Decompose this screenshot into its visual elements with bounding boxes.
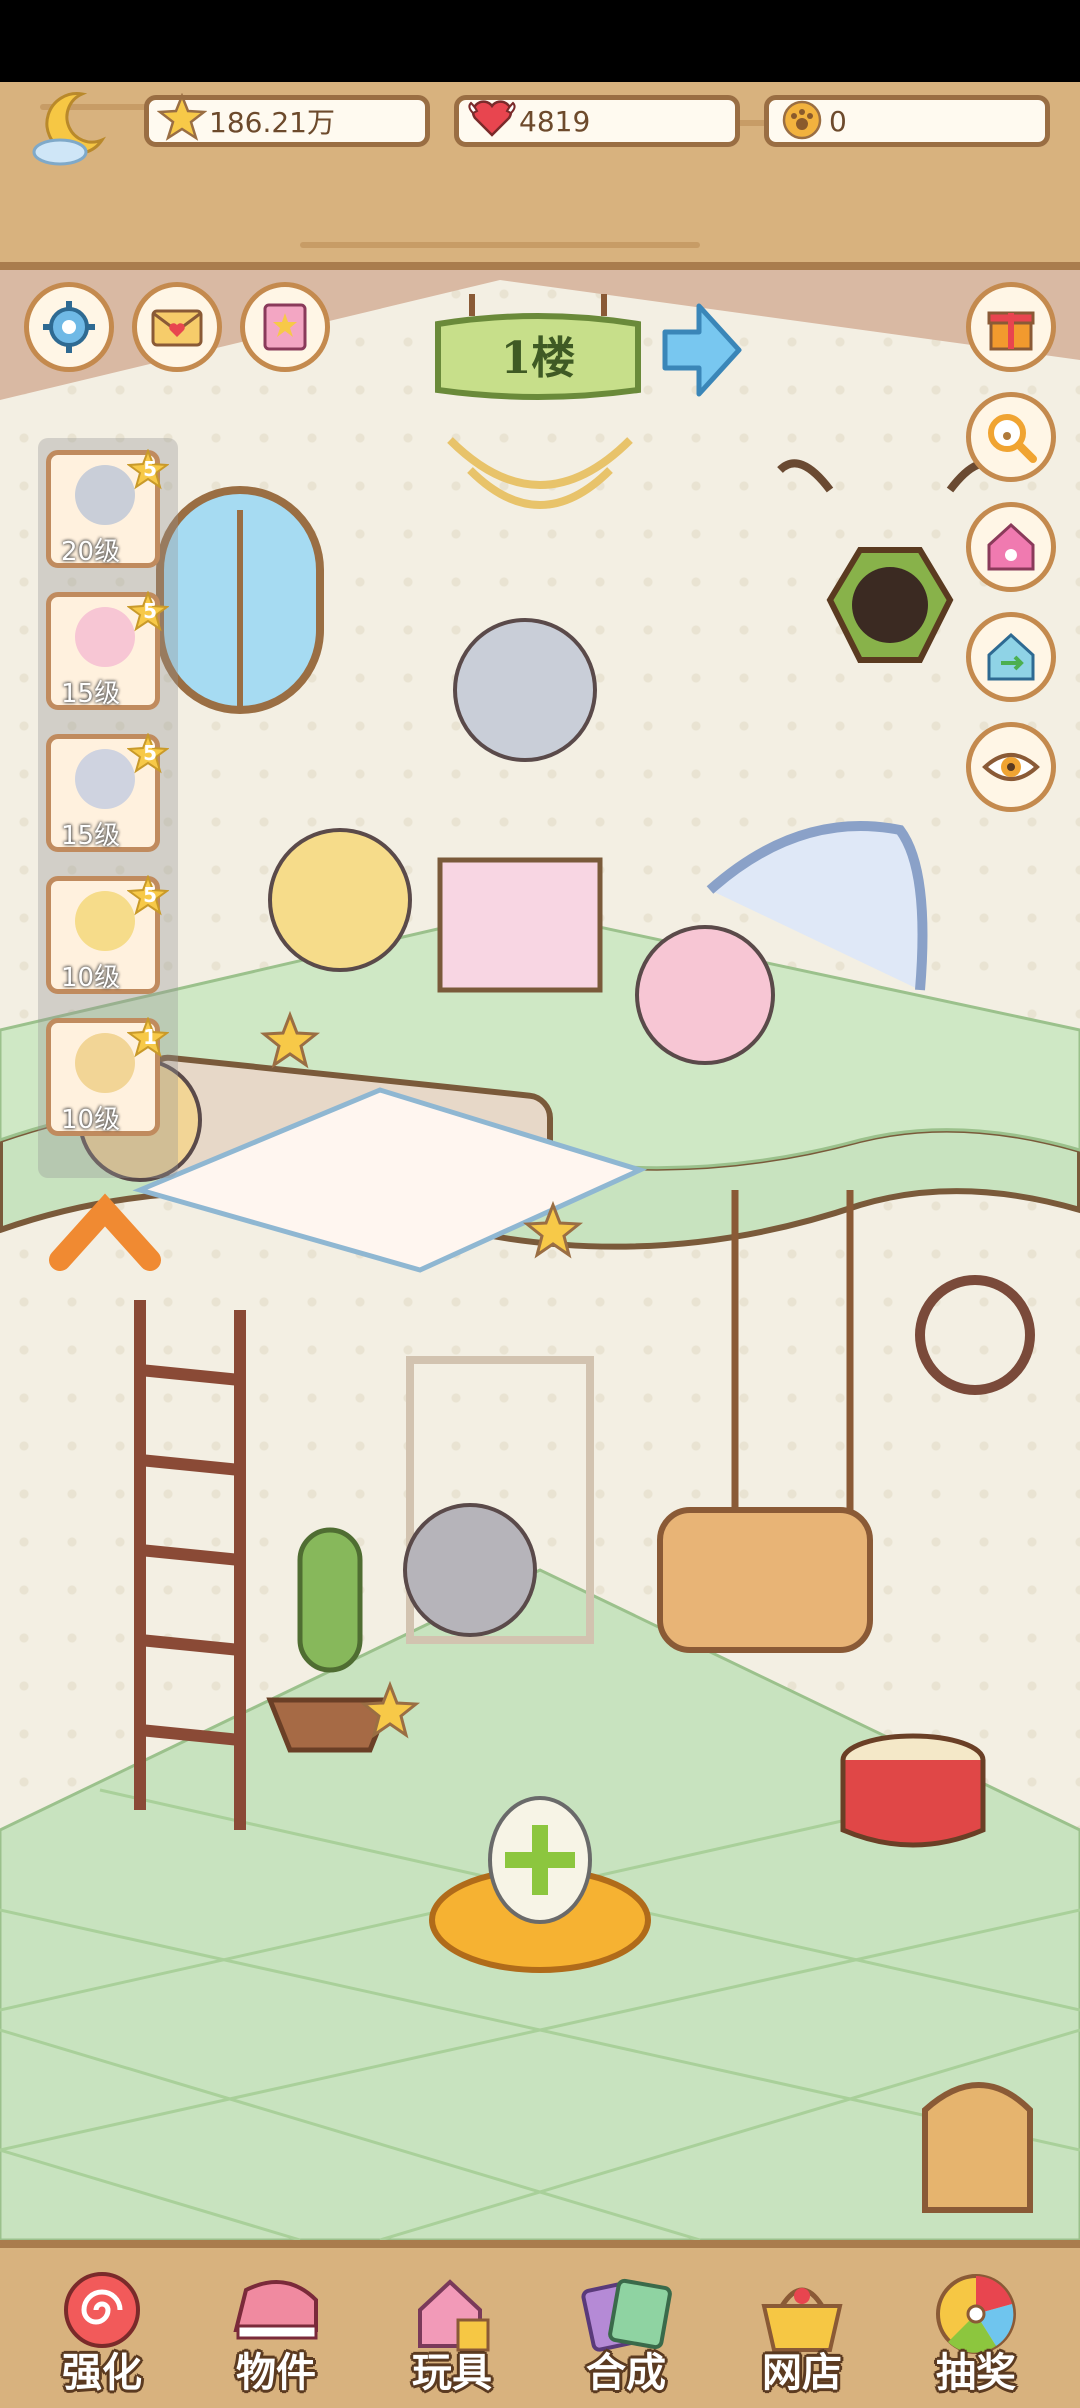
paw-coin-icon — [782, 100, 822, 140]
character-portrait — [75, 891, 135, 951]
character-portrait — [75, 607, 135, 667]
character-stars: 1 — [143, 1025, 157, 1049]
gift-icon — [987, 311, 1035, 351]
wood-grain — [300, 242, 700, 248]
book-icon — [263, 303, 307, 351]
character-level: 15级 — [61, 821, 121, 851]
nav-toys[interactable]: 玩具 — [382, 2270, 522, 2400]
mail-button[interactable] — [132, 282, 222, 372]
nav-label: 物件 — [236, 2350, 316, 2396]
nav-items[interactable]: 物件 — [206, 2270, 346, 2400]
status-bar — [0, 0, 1080, 82]
floor-label: 1楼 — [500, 333, 576, 384]
character-level: 10级 — [61, 1105, 121, 1135]
house-swap-icon — [987, 632, 1035, 681]
magnifier-paw-icon — [988, 414, 1037, 463]
paw-coins-value: 0 — [829, 104, 847, 138]
hearts-counter: 4819 — [454, 95, 740, 147]
nav-label: 合成 — [586, 2350, 666, 2396]
character-card[interactable]: 5 10级 — [46, 875, 169, 994]
stars-value: 186.21万 — [209, 106, 335, 139]
view-toggle-button[interactable] — [966, 722, 1056, 812]
stars-counter: 186.21万 — [144, 93, 430, 147]
home-paw-button[interactable] — [966, 502, 1056, 592]
house-swap-button[interactable] — [966, 612, 1056, 702]
star-icon — [157, 93, 207, 141]
nav-label: 玩具 — [412, 2350, 492, 2396]
character-stars: 5 — [143, 883, 157, 907]
character-stars: 5 — [143, 457, 157, 481]
night-moon-icon[interactable] — [30, 88, 110, 168]
next-floor-arrow-icon[interactable] — [655, 300, 745, 400]
mail-icon — [151, 309, 203, 347]
eye-icon — [982, 753, 1040, 781]
nav-enhance[interactable]: 强化 — [32, 2270, 172, 2400]
character-level: 10级 — [61, 963, 121, 993]
hatch-egg-button[interactable] — [430, 1790, 650, 1990]
nav-label: 抽奖 — [936, 2350, 1016, 2396]
character-portrait — [75, 465, 135, 525]
nav-label: 网店 — [762, 2350, 842, 2396]
character-card[interactable]: 1 10级 — [46, 1017, 169, 1136]
home-paw-icon — [987, 522, 1035, 571]
gift-button[interactable] — [966, 282, 1056, 372]
exit-door-button[interactable] — [915, 2060, 1045, 2230]
hearts-value: 4819 — [519, 104, 591, 138]
character-card[interactable]: 5 15级 — [46, 591, 169, 710]
character-card[interactable]: 5 20级 — [46, 449, 169, 568]
character-stars: 5 — [143, 741, 157, 765]
settings-button[interactable] — [24, 282, 114, 372]
album-button[interactable] — [240, 282, 330, 372]
search-paw-button[interactable] — [966, 392, 1056, 482]
nav-lottery[interactable]: 抽奖 — [906, 2270, 1046, 2400]
gear-icon — [43, 301, 95, 353]
nav-shop[interactable]: 网店 — [732, 2270, 872, 2400]
character-portrait — [75, 749, 135, 809]
nav-merge[interactable]: 合成 — [556, 2270, 696, 2400]
character-portrait — [75, 1033, 135, 1093]
go-upstairs-arrow[interactable] — [40, 1190, 170, 1280]
paw-coins-counter: 0 — [764, 95, 1050, 147]
character-stars: 5 — [143, 599, 157, 623]
character-level: 15级 — [61, 679, 121, 709]
winged-heart-icon — [468, 100, 516, 137]
character-level: 20级 — [61, 537, 121, 567]
character-card[interactable]: 5 15级 — [46, 733, 169, 852]
nav-label: 强化 — [62, 2350, 142, 2396]
